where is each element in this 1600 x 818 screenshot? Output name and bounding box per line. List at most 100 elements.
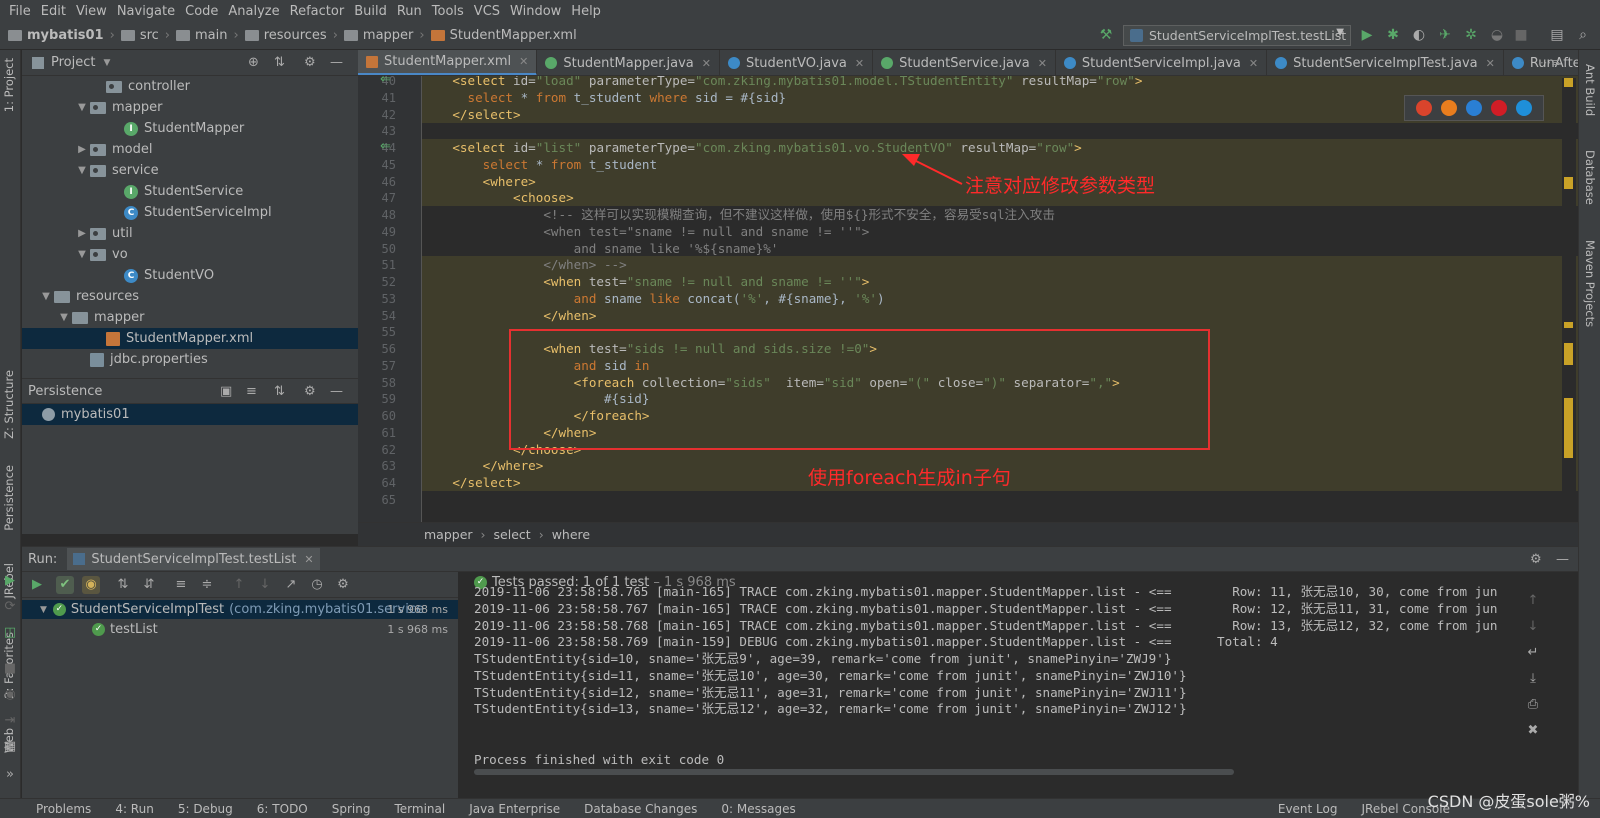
jrebel-run-icon[interactable]: ✈ xyxy=(1437,27,1453,43)
nav-crumb[interactable]: mybatis01 › xyxy=(8,28,121,43)
status-java-enterprise[interactable]: Java Enterprise xyxy=(469,802,560,816)
chevron-down-icon[interactable]: ▼ xyxy=(38,291,54,302)
menu-build[interactable]: Build xyxy=(349,4,392,19)
collapse-all-icon[interactable]: ⇅ xyxy=(274,384,285,399)
tree-item[interactable]: C StudentServiceImpl xyxy=(22,202,358,223)
tool-window-persistence[interactable]: Persistence xyxy=(2,465,16,531)
code-line[interactable] xyxy=(422,122,1578,139)
editor-scrollbar[interactable] xyxy=(1562,78,1576,518)
code-line[interactable]: and sname like concat('%', #{sname}, '%'… xyxy=(422,289,1578,307)
firefox-icon[interactable] xyxy=(1440,100,1457,116)
rerun-icon[interactable]: ▶ xyxy=(1,572,19,590)
coverage-icon[interactable]: ◐ xyxy=(1411,27,1427,43)
chevron-right-icon[interactable]: ▶ xyxy=(74,144,90,155)
menu-help[interactable]: Help xyxy=(566,4,606,19)
close-icon[interactable]: ✕ xyxy=(1249,57,1258,70)
menu-tools[interactable]: Tools xyxy=(427,4,469,19)
code-editor[interactable]: 40 41 42 43 44 45 46 47 48 49 50 51 52 53 54 55 56 57 58 59… xyxy=(358,76,1578,522)
camera-icon[interactable]: ◉ xyxy=(1,686,19,704)
status-5-debug[interactable]: 5: Debug xyxy=(178,802,233,816)
status-spring[interactable]: Spring xyxy=(332,802,371,816)
breadcrumb-where[interactable]: where xyxy=(552,527,590,542)
nav-crumb[interactable]: mapper › xyxy=(343,28,431,43)
run-icon[interactable]: ▶ xyxy=(1359,27,1375,43)
up-icon[interactable]: ↑ xyxy=(1524,592,1542,610)
test-case-row[interactable]: ✓ testList 1 s 968 ms xyxy=(22,620,458,639)
tree-item[interactable]: StudentMapper.xml xyxy=(22,328,358,349)
menu-view[interactable]: View xyxy=(71,4,112,19)
ie-icon[interactable] xyxy=(1516,100,1533,116)
persistence-item-mybatis01[interactable]: mybatis01 xyxy=(22,404,358,425)
tree-item[interactable]: C StudentVO xyxy=(22,265,358,286)
build-hammer-icon[interactable]: ⚒ xyxy=(1098,27,1114,43)
trash-icon[interactable]: ✖ xyxy=(1524,722,1542,740)
implementation-arrow-icon[interactable]: ⇐ xyxy=(380,76,391,87)
status-problems[interactable]: Problems xyxy=(36,802,91,816)
profile-icon[interactable]: ◒ xyxy=(1489,27,1505,43)
nav-crumb[interactable]: StudentMapper.xml xyxy=(430,28,577,43)
chevron-down-icon[interactable]: ▼ xyxy=(74,165,90,176)
tab-overflow-icon[interactable]: ⋯≡ xyxy=(1540,56,1560,69)
chrome-icon[interactable] xyxy=(1415,100,1432,116)
editor-tab[interactable]: StudentMapper.xml ✕ xyxy=(358,50,538,75)
breadcrumb-select[interactable]: select xyxy=(494,527,531,542)
down-icon[interactable]: ↓ xyxy=(1524,618,1542,636)
tree-item[interactable]: ▶ model xyxy=(22,139,358,160)
breadcrumb-mapper[interactable]: mapper xyxy=(424,527,473,542)
chevron-down-icon[interactable]: ▼ xyxy=(74,102,90,113)
chevron-down-icon[interactable]: ▼ xyxy=(56,312,72,323)
expand-all-icon[interactable]: ≡ xyxy=(246,384,257,399)
show-ignored-icon[interactable]: ◉ xyxy=(82,576,100,594)
sort-by-duration-icon[interactable]: ⇵ xyxy=(140,576,158,594)
close-icon[interactable]: ✕ xyxy=(304,553,313,566)
export-icon[interactable]: ↗ xyxy=(282,576,300,594)
status-terminal[interactable]: Terminal xyxy=(394,802,445,816)
status-0-messages[interactable]: 0: Messages xyxy=(721,802,795,816)
tool-window-project[interactable]: 1: Project xyxy=(2,58,16,112)
code-line[interactable]: </when> xyxy=(422,306,1578,324)
hide-icon[interactable]: — xyxy=(1556,552,1569,567)
status-database-changes[interactable]: Database Changes xyxy=(584,802,697,816)
menu-code[interactable]: Code xyxy=(180,4,223,19)
tool-window-maven[interactable]: Maven Projects xyxy=(1583,240,1597,327)
show-passed-icon[interactable]: ✔ xyxy=(56,576,74,594)
chevron-right-icon[interactable]: ▶ xyxy=(74,228,90,239)
safari-icon[interactable] xyxy=(1465,100,1482,116)
editor-tab[interactable]: StudentMapper.java ✕ xyxy=(537,50,720,75)
chevron-down-icon[interactable]: ▼ xyxy=(103,58,110,68)
nav-crumb[interactable]: main › xyxy=(176,28,245,43)
menu-edit[interactable]: Edit xyxy=(36,4,71,19)
status-event-log[interactable]: Event Log xyxy=(1278,802,1338,816)
tree-item[interactable]: jdbc.properties xyxy=(22,349,358,370)
nav-crumb[interactable]: resources › xyxy=(244,28,344,43)
previous-failed-icon[interactable]: ↑ xyxy=(230,576,248,594)
layout-icon[interactable]: ▦ xyxy=(1,738,19,756)
tree-item[interactable]: ▼ service xyxy=(22,160,358,181)
nav-crumb[interactable]: src › xyxy=(120,28,176,43)
chevron-down-icon[interactable]: ▼ xyxy=(74,249,90,260)
hide-icon[interactable]: — xyxy=(330,55,343,70)
tool-window-structure[interactable]: Z: Structure xyxy=(2,370,16,439)
print-icon[interactable]: ⎙ xyxy=(1524,696,1542,714)
tree-item[interactable]: ▼ resources xyxy=(22,286,358,307)
project-panel-title[interactable]: Project xyxy=(51,55,95,70)
expand-all-icon[interactable]: ≡ xyxy=(172,576,190,594)
tool-window-ant-build[interactable]: Ant Build xyxy=(1583,64,1597,116)
status-6-todo[interactable]: 6: TODO xyxy=(257,802,308,816)
tool-window-database[interactable]: Database xyxy=(1583,150,1597,205)
project-structure-icon[interactable]: ▤ xyxy=(1549,27,1565,43)
gear-icon[interactable]: ⚙ xyxy=(304,55,316,70)
history-icon[interactable]: ◷ xyxy=(308,576,326,594)
code-line[interactable]: and sname like '%${sname}%' xyxy=(422,240,1578,257)
tree-item[interactable]: controller xyxy=(22,76,358,97)
search-everywhere-icon[interactable]: ⌕ xyxy=(1575,27,1591,43)
sort-alphabetically-icon[interactable]: ⇅ xyxy=(114,576,132,594)
gear-icon[interactable]: ⚙ xyxy=(334,576,352,594)
code-line[interactable]: <when test="sname != null and sname != '… xyxy=(422,273,1578,290)
editor-tab[interactable]: StudentServiceImpl.java ✕ xyxy=(1056,50,1268,75)
collapse-all-icon[interactable]: ⇅ xyxy=(274,55,285,70)
run-tab[interactable]: StudentServiceImplTest.testList ✕ xyxy=(67,548,320,570)
rerun-failed-icon[interactable]: ⟳ xyxy=(1,598,19,616)
menu-file[interactable]: File xyxy=(4,4,36,19)
tree-item[interactable]: ▶ util xyxy=(22,223,358,244)
